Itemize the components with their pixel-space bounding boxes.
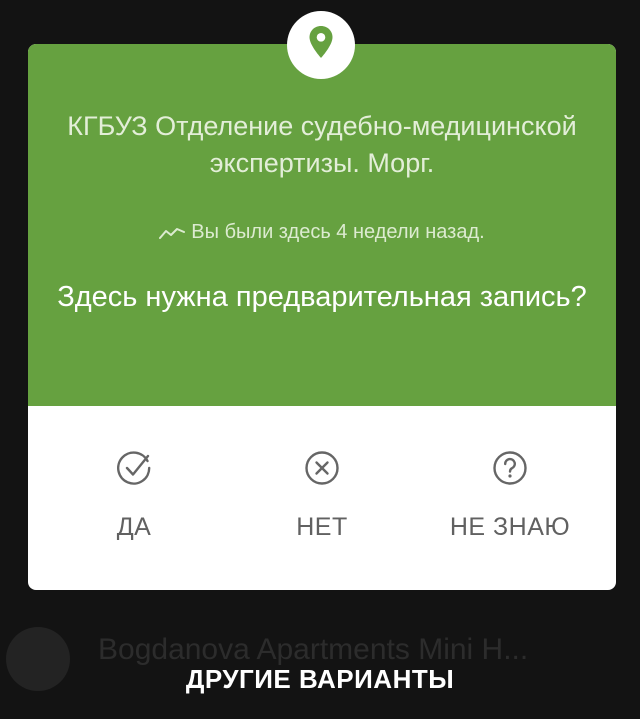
place-name: КГБУЗ Отделение судебно-медицинской эксп… bbox=[67, 111, 577, 178]
other-options-button[interactable]: ДРУГИЕ ВАРИАНТЫ bbox=[0, 664, 640, 695]
question-card: КГБУЗ Отделение судебно-медицинской эксп… bbox=[28, 44, 616, 590]
check-circle-icon bbox=[117, 451, 151, 485]
answer-no-button[interactable]: НЕТ bbox=[232, 444, 412, 554]
visit-info: Вы были здесь 4 недели назад. bbox=[28, 220, 616, 244]
map-pin-icon bbox=[309, 26, 333, 58]
location-badge bbox=[287, 11, 355, 79]
answer-yes-button[interactable]: ДА bbox=[44, 444, 224, 554]
answer-yes-label: ДА bbox=[116, 513, 152, 541]
background-item-title: Bogdanova Apartments Mini H... bbox=[98, 633, 529, 666]
answer-dont-know-label: НЕ ЗНАЮ bbox=[449, 513, 571, 541]
card-header: КГБУЗ Отделение судебно-медицинской эксп… bbox=[28, 44, 616, 406]
question-circle-icon bbox=[493, 451, 527, 485]
question-text: Здесь нужна предварительная запись? bbox=[57, 281, 587, 313]
trend-icon bbox=[159, 227, 186, 239]
x-circle-icon bbox=[305, 451, 339, 485]
answer-no-label: НЕТ bbox=[296, 513, 348, 541]
answer-dont-know-button[interactable]: НЕ ЗНАЮ bbox=[420, 444, 600, 554]
visit-info-text: Вы были здесь 4 недели назад. bbox=[191, 221, 485, 243]
